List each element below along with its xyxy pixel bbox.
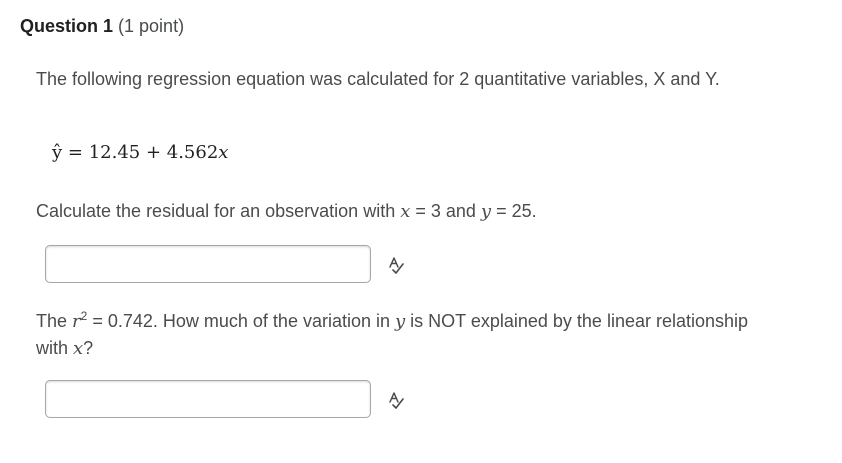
question-intro: The following regression equation was ca… [36, 69, 720, 89]
equals-sign: = [62, 142, 89, 163]
question-title: Question 1 [20, 16, 114, 36]
r-squared-prefix: The [36, 311, 73, 331]
residual-prompt: Calculate the residual for an observatio… [36, 199, 537, 224]
r-squared-prompt: The r2 = 0.742. How much of the variatio… [36, 308, 756, 362]
y-hat-symbol: ŷ [52, 142, 63, 163]
unexplained-variation-answer-input[interactable] [45, 380, 371, 418]
equation-constant-term: 12.45 + 4.562 [88, 142, 219, 163]
x-variable: x [400, 201, 411, 222]
y-variable: y [395, 311, 406, 332]
r-variable: r [72, 311, 81, 332]
question-header: Question 1 (1 point) [20, 14, 184, 38]
residual-prompt-suffix: = 25. [491, 201, 537, 221]
residual-answer-input[interactable] [45, 245, 371, 283]
r-squared-mid: = 0.742. How much of the variation in [87, 311, 395, 331]
spellcheck-icon[interactable] [387, 256, 405, 274]
question-points: (1 point) [118, 16, 185, 36]
residual-prompt-mid: = 3 and [410, 201, 481, 221]
y-variable: y [480, 201, 492, 222]
equation-x-variable: x [218, 142, 229, 163]
regression-equation: ŷ = 12.45 + 4.562x [52, 141, 228, 165]
spellcheck-icon[interactable] [387, 391, 405, 409]
x-variable: x [73, 338, 84, 359]
r-squared-suffix: ? [83, 338, 94, 358]
residual-prompt-prefix: Calculate the residual for an observatio… [36, 201, 401, 221]
